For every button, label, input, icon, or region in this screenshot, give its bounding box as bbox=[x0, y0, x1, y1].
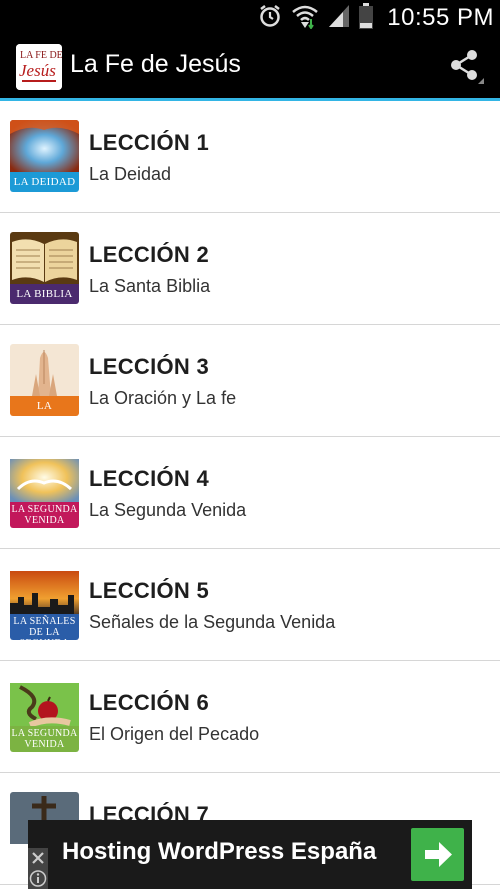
lesson-title: LECCIÓN 5 bbox=[89, 578, 210, 603]
lesson-row-3[interactable]: La Oración LECCIÓN 3 La Oración y La fe bbox=[0, 325, 500, 437]
lesson-thumbnail: La Señales de La Segunda Venida bbox=[10, 568, 79, 640]
lesson-subtitle: Señales de la Segunda Venida bbox=[89, 612, 336, 632]
lesson-thumbnail-label: La Segunda Venida bbox=[10, 726, 79, 752]
lesson-subtitle: La Oración y La fe bbox=[89, 388, 237, 408]
lesson-subtitle: La Deidad bbox=[89, 164, 172, 184]
status-icons: 10:55 PM bbox=[257, 0, 494, 36]
signal-icon bbox=[327, 3, 351, 34]
lesson-title: LECCIÓN 4 bbox=[89, 466, 210, 491]
ad-info-button[interactable] bbox=[28, 868, 48, 889]
lesson-thumbnail-label: La Segunda Venida bbox=[10, 502, 79, 528]
status-time: 10:55 PM bbox=[387, 4, 494, 31]
lesson-row-6[interactable]: La Segunda Venida LECCIÓN 6 El Origen de… bbox=[0, 661, 500, 773]
app-title: La Fe de Jesús bbox=[70, 50, 241, 78]
info-icon bbox=[28, 870, 48, 893]
battery-icon bbox=[359, 2, 374, 34]
lesson-thumbnail: La Deidad bbox=[10, 120, 79, 192]
lesson-title: LECCIÓN 3 bbox=[89, 354, 210, 379]
lesson-thumbnail-label: La Oración bbox=[10, 396, 79, 416]
lesson-title: LECCIÓN 6 bbox=[89, 690, 210, 715]
wifi-icon bbox=[291, 3, 319, 34]
lesson-title: LECCIÓN 1 bbox=[89, 130, 210, 155]
status-bar: 10:55 PM bbox=[0, 0, 500, 36]
lesson-thumbnail-label: La Señales de La Segunda Venida bbox=[10, 614, 79, 640]
lesson-row-2[interactable]: La Biblia LECCIÓN 2 La Santa Biblia bbox=[0, 213, 500, 325]
lesson-row-1[interactable]: La Deidad LECCIÓN 1 La Deidad bbox=[0, 101, 500, 213]
ad-arrow-button[interactable] bbox=[411, 828, 464, 881]
ad-text: Hosting WordPress España bbox=[62, 838, 377, 865]
lesson-list: La Deidad LECCIÓN 1 La Deidad La Biblia … bbox=[0, 101, 500, 885]
ad-banner[interactable]: Hosting WordPress España bbox=[28, 820, 472, 889]
lesson-thumbnail-label: La Deidad bbox=[10, 172, 79, 192]
lesson-thumbnail-label: La Biblia bbox=[10, 284, 79, 304]
share-icon bbox=[448, 50, 484, 90]
lesson-row-4[interactable]: La Segunda Venida LECCIÓN 4 La Segunda V… bbox=[0, 437, 500, 549]
lesson-thumbnail: La Segunda Venida bbox=[10, 456, 79, 528]
app-logo[interactable]: LA FE DE Jesús bbox=[16, 44, 62, 90]
lesson-title: LECCIÓN 2 bbox=[89, 242, 210, 267]
lesson-row-5[interactable]: La Señales de La Segunda Venida LECCIÓN … bbox=[0, 549, 500, 661]
svg-text:Jesús: Jesús bbox=[19, 61, 56, 80]
lesson-subtitle: El Origen del Pecado bbox=[89, 724, 260, 744]
arrow-right-icon bbox=[411, 842, 464, 885]
lesson-thumbnail: La Oración bbox=[10, 344, 79, 416]
alarm-icon bbox=[257, 3, 283, 34]
app-bar: LA FE DE Jesús La Fe de Jesús bbox=[0, 36, 500, 98]
ad-close-button[interactable] bbox=[28, 848, 48, 868]
share-button[interactable] bbox=[448, 48, 484, 86]
lesson-thumbnail: La Segunda Venida bbox=[10, 680, 79, 752]
lesson-thumbnail: La Biblia bbox=[10, 232, 79, 304]
svg-text:LA FE DE: LA FE DE bbox=[20, 50, 62, 61]
lesson-subtitle: La Segunda Venida bbox=[89, 500, 247, 520]
lesson-subtitle: La Santa Biblia bbox=[89, 276, 211, 296]
